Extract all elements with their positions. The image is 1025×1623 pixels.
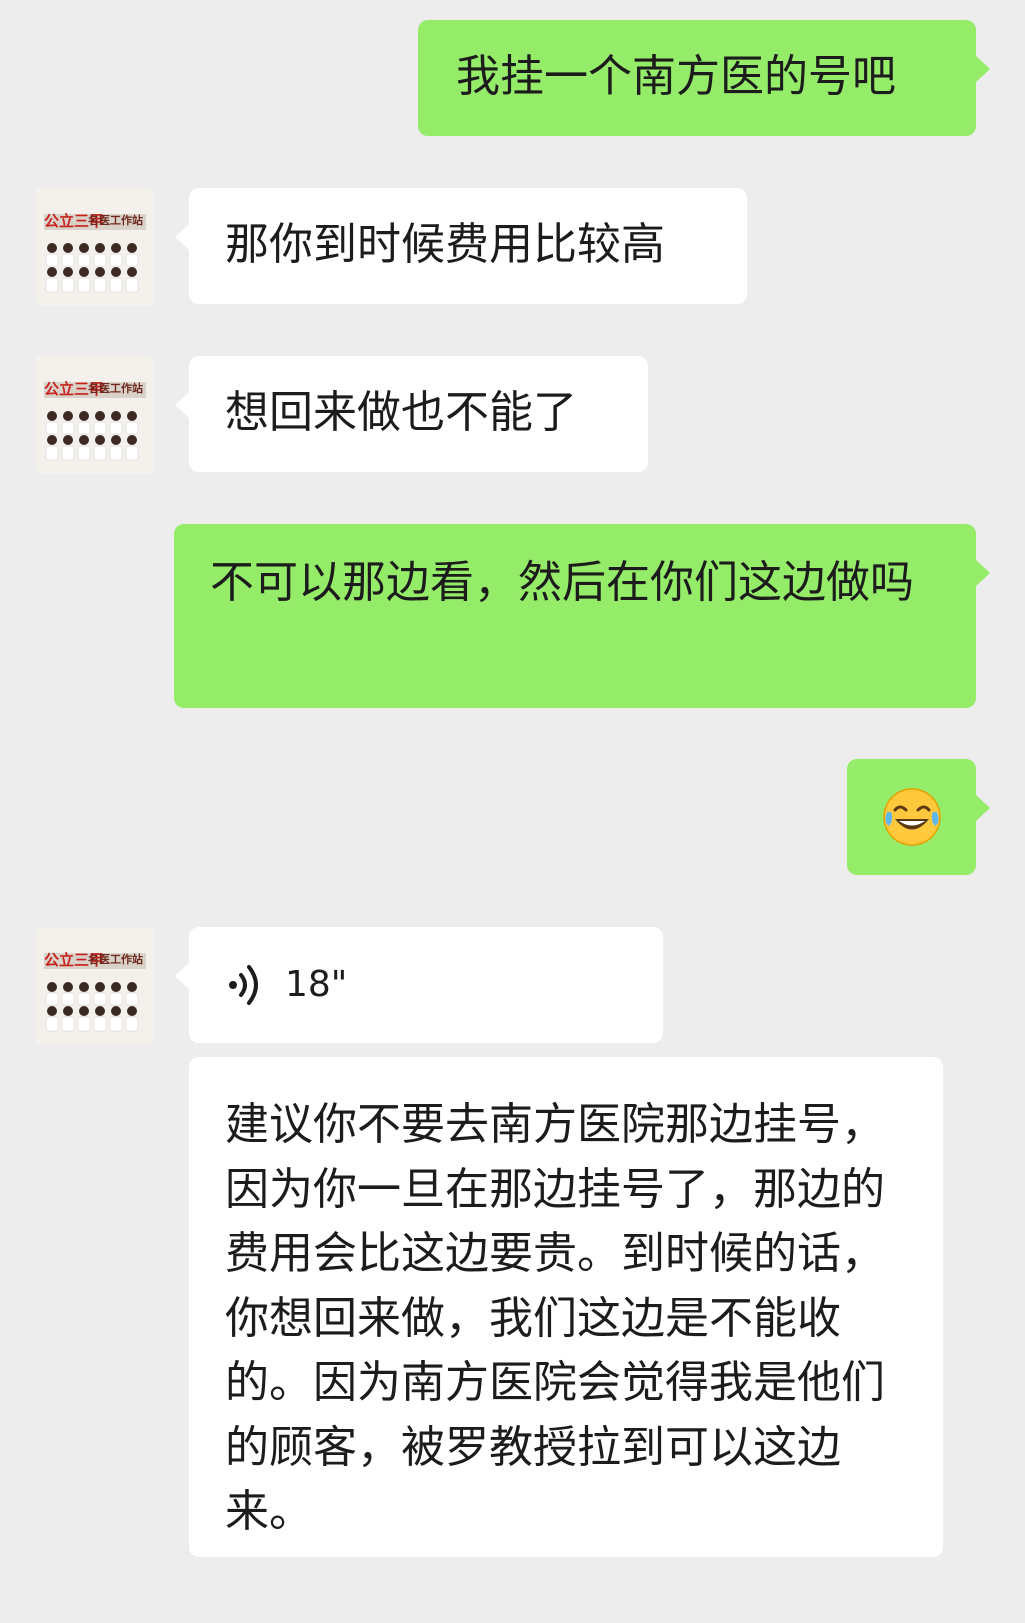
message-bubble-outgoing[interactable]: 不可以那边看，然后在你们这边做吗: [174, 524, 990, 708]
message-bubble-incoming[interactable]: 想回来做也不能了: [175, 356, 648, 472]
doctors-group-icon: [45, 243, 139, 293]
voice-duration: 18": [285, 964, 348, 1005]
laughing-tears-emoji-icon: [882, 788, 941, 846]
message-bubble-incoming[interactable]: 建议你不要去南方医院那边挂号，因为你一旦在那边挂号了，那边的费用会比这边要贵。到…: [189, 1057, 943, 1557]
message-bubble-incoming[interactable]: 那你到时候费用比较高: [175, 188, 747, 304]
voice-message-bubble[interactable]: 18": [175, 927, 663, 1043]
message-bubble-outgoing[interactable]: [847, 759, 990, 875]
avatar-banner-subtext: 名医工作站: [88, 382, 143, 395]
avatar-banner-subtext: 名医工作站: [88, 214, 143, 227]
message-text: 不可以那边看，然后在你们这边做吗: [210, 557, 914, 608]
message-text: 我挂一个南方医的号吧: [456, 51, 896, 102]
message-text: 那你到时候费用比较高: [225, 219, 665, 270]
voice-message-row: 18": [225, 927, 627, 1043]
contact-avatar[interactable]: 公立三甲 名医工作站: [36, 927, 154, 1045]
voice-wave-icon: [229, 965, 258, 1005]
message-text: 想回来做也不能了: [225, 387, 577, 438]
message-bubble-outgoing[interactable]: 我挂一个南方医的号吧: [418, 20, 990, 136]
doctors-group-icon: [45, 411, 139, 461]
avatar-banner-subtext: 名医工作站: [88, 953, 143, 966]
doctors-group-icon: [45, 982, 139, 1032]
contact-avatar[interactable]: 公立三甲 名医工作站: [36, 188, 154, 306]
contact-avatar[interactable]: 公立三甲 名医工作站: [36, 356, 154, 474]
message-text: 建议你不要去南方医院那边挂号，因为你一旦在那边挂号了，那边的费用会比这边要贵。到…: [225, 1099, 885, 1537]
